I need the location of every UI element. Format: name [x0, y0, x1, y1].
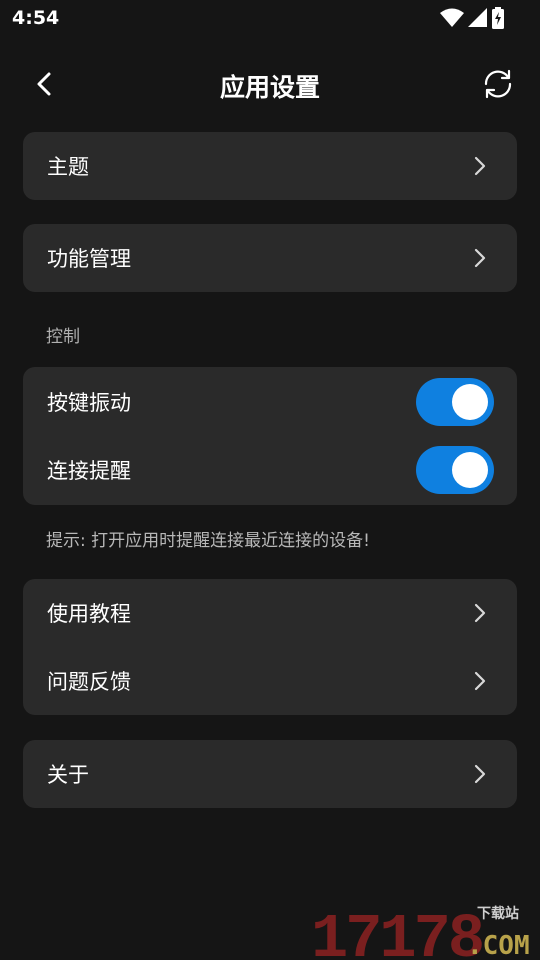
about-card: 关于: [23, 740, 517, 808]
key-vibration-toggle[interactable]: [416, 378, 494, 426]
chevron-right-icon: [474, 671, 486, 691]
toggle-label: 连接提醒: [47, 459, 131, 483]
toggle-row-connection-reminder: 连接提醒: [23, 436, 517, 504]
chevron-right-icon: [474, 156, 486, 176]
menu-item-label: 问题反馈: [47, 670, 131, 694]
toggle-knob: [452, 384, 488, 420]
menu-item-feedback[interactable]: 问题反馈: [23, 647, 517, 715]
watermark-site-tag: 下载站: [477, 905, 519, 922]
hint-text: 提示: 打开应用时提醒连接最近连接的设备!: [46, 531, 370, 551]
menu-item-feature-management[interactable]: 功能管理: [23, 224, 517, 292]
status-bar: 4:54: [0, 0, 540, 36]
control-card: 按键振动 连接提醒: [23, 367, 517, 505]
chevron-right-icon: [474, 764, 486, 784]
section-label-control: 控制: [46, 327, 80, 347]
refresh-button[interactable]: [478, 64, 518, 104]
signal-icon: [468, 8, 487, 27]
app-bar: 应用设置: [0, 56, 540, 112]
feature-management-card: 功能管理: [23, 224, 517, 292]
menu-item-label: 使用教程: [47, 602, 131, 626]
chevron-right-icon: [474, 603, 486, 623]
refresh-icon: [484, 69, 512, 99]
status-time: 4:54: [12, 7, 60, 29]
menu-item-theme[interactable]: 主题: [23, 132, 517, 200]
menu-item-label: 关于: [47, 763, 89, 787]
toggle-row-key-vibration: 按键振动: [23, 368, 517, 436]
connection-reminder-toggle[interactable]: [416, 446, 494, 494]
page-title: 应用设置: [219, 73, 320, 102]
menu-item-tutorial[interactable]: 使用教程: [23, 579, 517, 647]
toggle-knob: [452, 452, 488, 488]
menu-item-label: 主题: [47, 155, 89, 179]
chevron-right-icon: [474, 248, 486, 268]
watermark-number: 17178: [311, 904, 482, 960]
battery-charging-icon: [492, 7, 504, 29]
help-card: 使用教程 问题反馈: [23, 579, 517, 715]
toggle-label: 按键振动: [47, 391, 131, 415]
wifi-icon: [440, 8, 464, 27]
menu-item-about[interactable]: 关于: [23, 740, 517, 808]
watermark-logo: 17178 下载站 .COM: [311, 904, 530, 960]
watermark-domain: .COM: [467, 931, 530, 960]
theme-card: 主题: [23, 132, 517, 200]
menu-item-label: 功能管理: [47, 247, 131, 271]
status-icons: [440, 7, 504, 29]
